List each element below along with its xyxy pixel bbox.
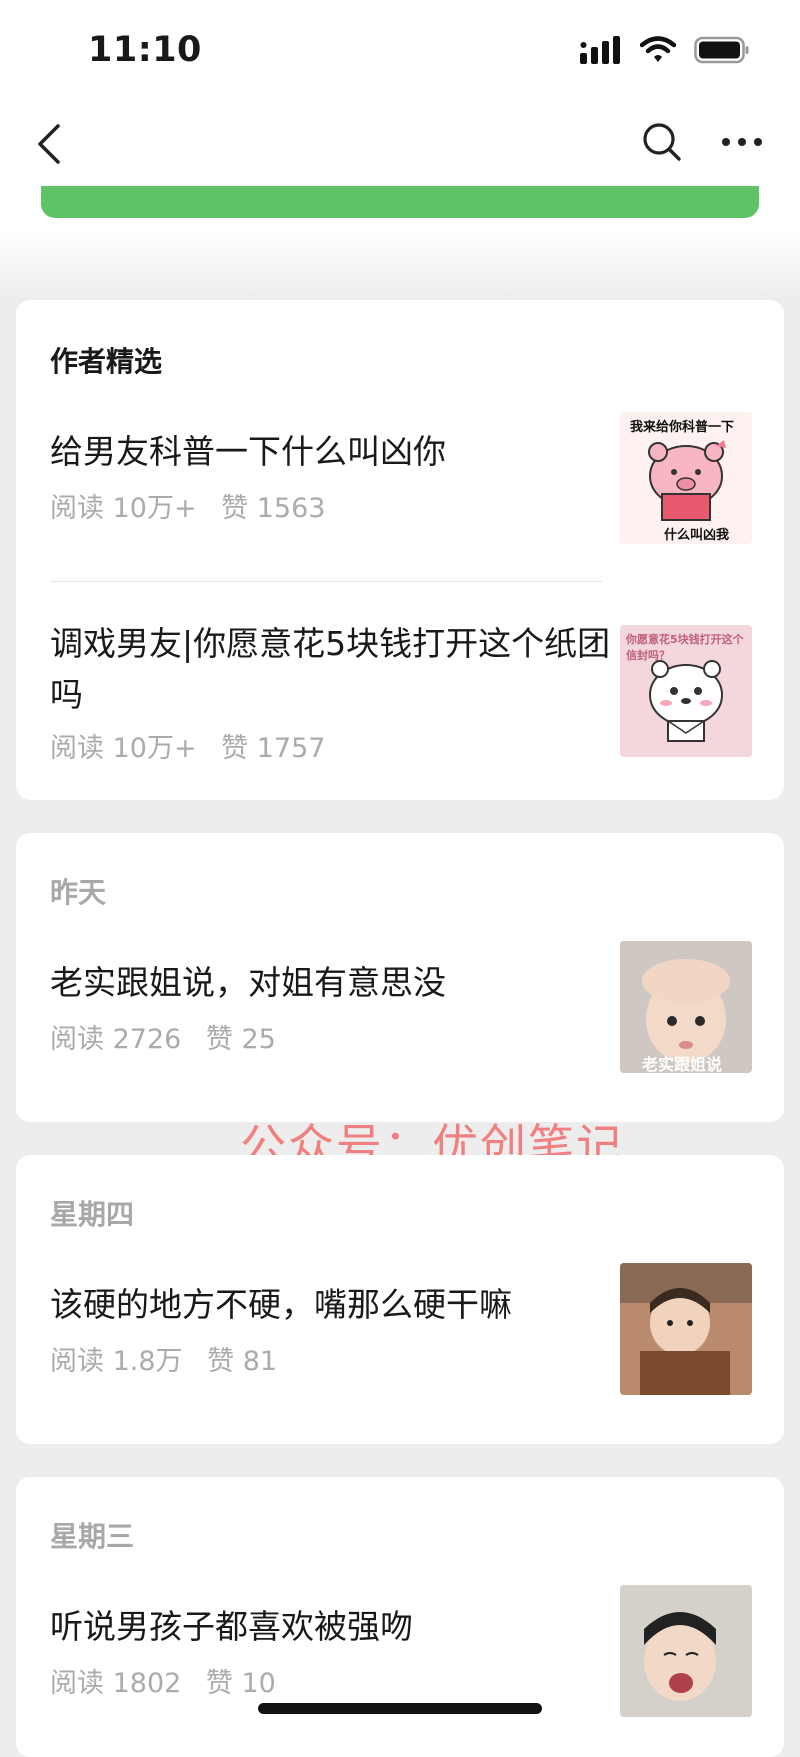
thumbnail-caption: 你愿意花5块钱打开这个信封吗？: [626, 633, 744, 662]
crying-girl-image: [620, 1585, 752, 1717]
more-icon: [722, 138, 762, 146]
thumbnail-caption: 我来给你科普一下: [630, 420, 735, 435]
article-thumbnail[interactable]: 你愿意花5块钱打开这个信封吗？: [620, 625, 752, 757]
thumbnail-caption: 什么叫凶我: [664, 528, 730, 543]
article-title[interactable]: 老实跟姐说，对姐有意思没: [50, 957, 620, 1008]
card-title: 作者精选: [50, 345, 163, 378]
article-reads: 阅读 10万+: [50, 733, 197, 764]
status-time: 11:10: [88, 30, 202, 70]
article-likes: 赞 1757: [221, 733, 326, 764]
article-title[interactable]: 该硬的地方不硬，嘴那么硬干嘛: [50, 1279, 620, 1330]
article-reads: 阅读 1.8万: [50, 1346, 183, 1377]
article-meta: 阅读 10万+ 赞 1757: [50, 726, 341, 765]
back-button[interactable]: [30, 120, 70, 168]
article-thumbnail[interactable]: 我来给你科普一下 什么叫凶我: [620, 412, 752, 544]
article-meta: 阅读 1.8万 赞 81: [50, 1339, 293, 1378]
chevron-left-icon: [38, 124, 60, 164]
wifi-icon: [640, 36, 676, 62]
status-bar: 11:10: [0, 0, 800, 100]
date-card: 昨天 老实跟姐说，对姐有意思没 阅读 2726 赞 25 老实跟姐说: [16, 833, 784, 1122]
article-likes: 赞 10: [205, 1668, 276, 1699]
article-reads: 阅读 10万+: [50, 493, 197, 524]
article-reads: 阅读 2726: [50, 1024, 182, 1055]
article-reads: 阅读 1802: [50, 1668, 182, 1699]
article-thumbnail[interactable]: [620, 1585, 752, 1717]
girl-photo-image: [620, 1263, 752, 1395]
article-meta: 阅读 10万+ 赞 1563: [50, 486, 341, 525]
follow-button[interactable]: [41, 186, 759, 218]
article-likes: 赞 81: [207, 1346, 278, 1377]
article-meta: 阅读 2726 赞 25: [50, 1017, 292, 1056]
article-title[interactable]: 给男友科普一下什么叫凶你: [50, 426, 620, 477]
search-icon: [643, 123, 681, 161]
status-icons: [580, 36, 750, 64]
home-indicator: [258, 1703, 542, 1714]
article-title[interactable]: 调戏男友|你愿意花5块钱打开这个纸团吗: [50, 618, 620, 720]
article-thumbnail[interactable]: 老实跟姐说: [620, 941, 752, 1073]
article-thumbnail[interactable]: [620, 1263, 752, 1395]
divider: [50, 581, 602, 582]
battery-icon: [694, 36, 749, 64]
signal-icon: [580, 36, 620, 64]
article-title[interactable]: 听说男孩子都喜欢被强吻: [50, 1601, 620, 1652]
search-button[interactable]: [640, 120, 684, 168]
card-date: 星期三: [50, 1520, 135, 1553]
date-card: 星期四 该硬的地方不硬，嘴那么硬干嘛 阅读 1.8万 赞 81: [16, 1155, 784, 1444]
article-likes: 赞 25: [205, 1024, 276, 1055]
date-card: 星期三 听说男孩子都喜欢被强吻 阅读 1802 赞 10: [16, 1477, 784, 1757]
article-meta: 阅读 1802 赞 10: [50, 1661, 292, 1700]
article-likes: 赞 1563: [221, 493, 326, 524]
card-date: 昨天: [50, 876, 107, 909]
thumbnail-caption: 老实跟姐说: [642, 1055, 723, 1073]
card-date: 星期四: [50, 1198, 135, 1231]
more-button[interactable]: [720, 120, 764, 168]
featured-card: 作者精选 给男友科普一下什么叫凶你 阅读 10万+ 赞 1563 我来给你科普一…: [16, 300, 784, 800]
